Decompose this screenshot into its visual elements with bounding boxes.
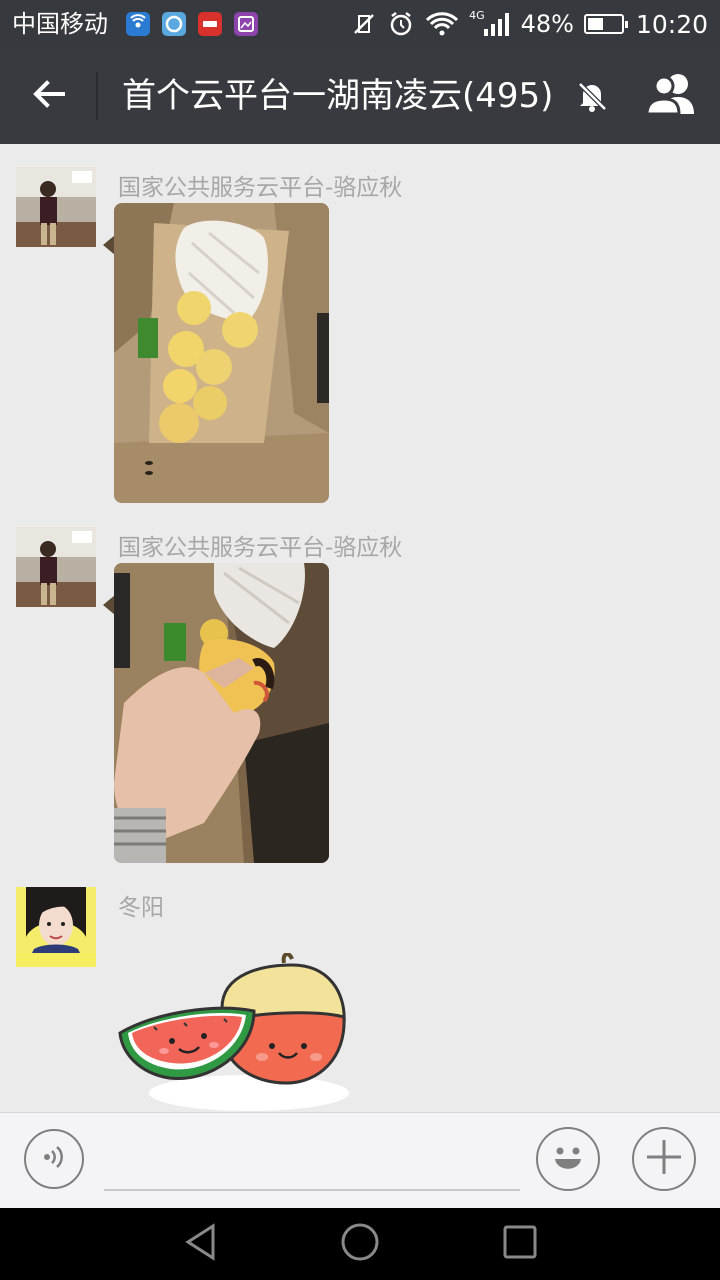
nav-recents-button[interactable]	[498, 1222, 542, 1266]
watermelon-apple-sticker[interactable]	[114, 952, 354, 1112]
chat-title: 首个云平台一湖南凌云(495)	[122, 76, 554, 116]
avatar[interactable]	[16, 167, 96, 247]
status-bar: 中国移动 4G 48% 10:20	[0, 0, 720, 48]
title-divider	[96, 72, 98, 120]
nav-recents-icon	[502, 1224, 538, 1264]
sender-name: 国家公共服务云平台-骆应秋	[118, 535, 403, 561]
clock: 10:20	[635, 9, 708, 39]
sender-name: 国家公共服务云平台-骆应秋	[118, 175, 403, 201]
emoji-icon	[543, 1132, 593, 1186]
voice-button[interactable]	[24, 1129, 84, 1189]
navigation-bar	[0, 1208, 720, 1280]
wifi-tether-icon	[126, 12, 150, 36]
browser-app-icon	[162, 12, 186, 36]
input-bar	[0, 1112, 720, 1208]
nav-back-button[interactable]	[178, 1222, 222, 1266]
back-arrow-icon	[31, 76, 67, 116]
avatar[interactable]	[16, 887, 96, 967]
avatar[interactable]	[16, 527, 96, 607]
message-input[interactable]	[104, 1131, 520, 1191]
members-button[interactable]	[640, 70, 704, 122]
network-type: 4G	[469, 8, 485, 22]
more-button[interactable]	[632, 1127, 696, 1191]
carrier-app-icon	[198, 12, 222, 36]
plus-icon	[644, 1137, 684, 1181]
nav-home-button[interactable]	[338, 1222, 382, 1266]
alarm-icon	[387, 10, 415, 38]
battery-percent: 48%	[520, 10, 574, 38]
carrier-name: 中国移动	[12, 10, 108, 38]
voice-icon	[39, 1142, 69, 1176]
emoji-button[interactable]	[536, 1127, 600, 1191]
title-bar: 首个云平台一湖南凌云(495)	[0, 48, 720, 144]
sender-name: 冬阳	[118, 895, 164, 921]
message-item: 国家公共服务云平台-骆应秋	[0, 167, 720, 507]
battery-icon	[583, 14, 628, 34]
nav-back-icon	[182, 1223, 218, 1265]
nav-home-icon	[340, 1222, 380, 1266]
photo-pears-in-box[interactable]	[114, 203, 329, 503]
message-item: 冬阳	[0, 887, 720, 1112]
members-icon	[644, 72, 700, 120]
wifi-icon	[425, 11, 459, 37]
signal-icon: 4G	[469, 8, 511, 37]
gallery-app-icon	[234, 12, 258, 36]
mute-bell-icon	[574, 78, 610, 114]
chat-area[interactable]: 国家公共服务云平台-骆应秋 国家公共服务云平台-骆应秋 冬阳	[0, 144, 720, 1112]
message-item: 国家公共服务云平台-骆应秋	[0, 527, 720, 867]
photo-hand-holding-pear[interactable]	[114, 563, 329, 863]
vibrate-off-icon	[351, 11, 377, 37]
back-button[interactable]	[22, 72, 76, 120]
